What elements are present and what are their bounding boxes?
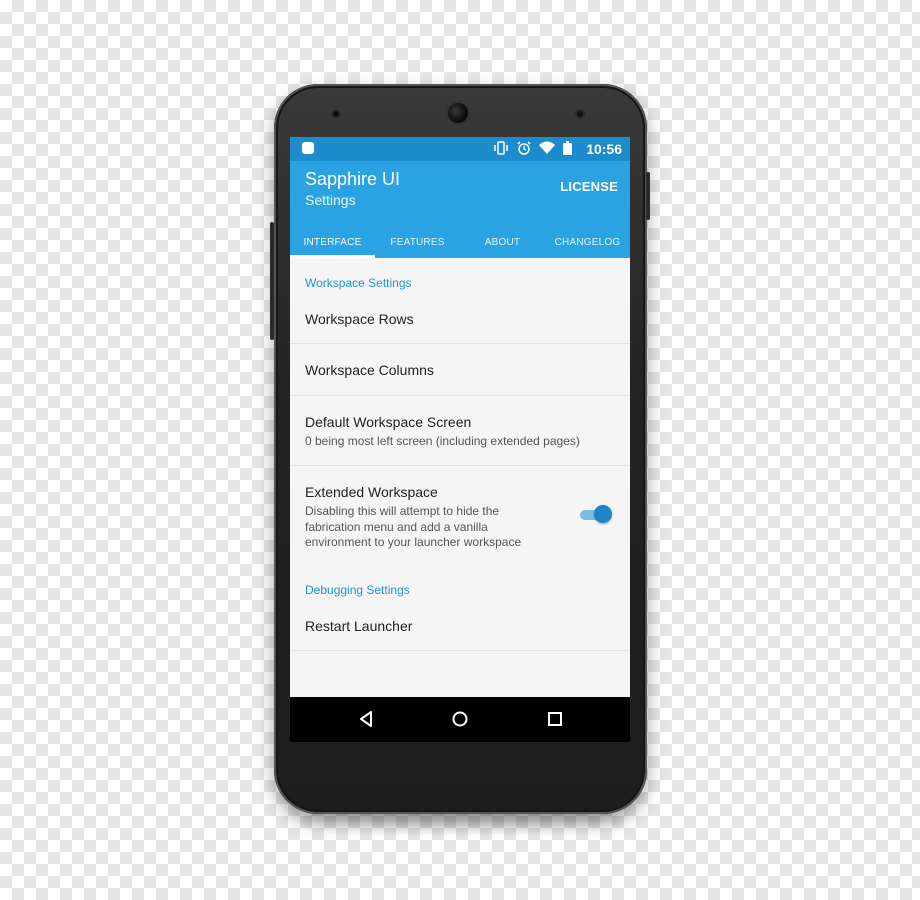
battery-icon <box>563 141 572 159</box>
settings-list: Workspace Settings Workspace Rows Worksp… <box>290 258 630 697</box>
status-icons <box>493 141 572 159</box>
speaker-dot-left <box>333 111 339 117</box>
item-summary-line-3: environment to your launcher workspace <box>305 535 522 549</box>
debugging-settings-header: Debugging Settings <box>305 583 410 597</box>
wifi-icon <box>539 141 555 159</box>
alarm-icon <box>517 141 531 159</box>
workspace-columns-item[interactable]: Workspace Columns <box>290 344 630 396</box>
restart-launcher-item[interactable]: Restart Launcher <box>290 601 630 651</box>
item-title: Default Workspace Screen <box>305 414 472 430</box>
app-bar: Sapphire UI Settings LICENSE INTERFACE F… <box>290 161 630 258</box>
item-title: Workspace Rows <box>305 311 414 327</box>
item-title: Extended Workspace <box>305 484 438 500</box>
tab-bar: INTERFACE FEATURES ABOUT CHANGELOG <box>290 228 630 258</box>
default-workspace-screen-item[interactable]: Default Workspace Screen 0 being most le… <box>290 396 630 466</box>
home-icon[interactable] <box>452 711 468 727</box>
back-icon[interactable] <box>358 711 374 727</box>
item-summary-line-1: Disabling this will attempt to hide the <box>305 504 500 518</box>
toggle-thumb <box>594 505 612 523</box>
workspace-rows-item[interactable]: Workspace Rows <box>290 294 630 344</box>
extended-workspace-toggle[interactable] <box>580 505 612 523</box>
app-subtitle: Settings <box>305 192 356 208</box>
item-title: Restart Launcher <box>305 618 413 634</box>
phone-screen: 10:56 Sapphire UI Settings LICENSE INTER… <box>290 137 630 742</box>
extended-workspace-item[interactable]: Extended Workspace Disabling this will a… <box>290 466 630 562</box>
app-title: Sapphire UI <box>305 169 401 189</box>
status-bar: 10:56 <box>290 137 630 161</box>
notification-app-icon <box>302 142 314 154</box>
tab-interface[interactable]: INTERFACE <box>290 228 375 258</box>
navigation-bar <box>290 697 630 742</box>
tab-features[interactable]: FEATURES <box>375 228 460 258</box>
tab-changelog[interactable]: CHANGELOG <box>545 228 630 258</box>
recents-icon[interactable] <box>547 711 563 727</box>
volume-button <box>270 222 274 340</box>
tab-about[interactable]: ABOUT <box>460 228 545 258</box>
item-summary: 0 being most left screen (including exte… <box>305 434 580 448</box>
status-clock: 10:56 <box>586 141 622 157</box>
power-button <box>646 172 650 220</box>
workspace-settings-header: Workspace Settings <box>305 276 412 290</box>
item-summary-line-2: fabrication menu and add a vanilla <box>305 519 488 534</box>
speaker-dot-right <box>577 111 583 117</box>
front-camera <box>448 103 468 123</box>
license-button[interactable]: LICENSE <box>560 179 618 194</box>
item-title: Workspace Columns <box>305 362 434 378</box>
vibrate-icon <box>493 141 509 159</box>
